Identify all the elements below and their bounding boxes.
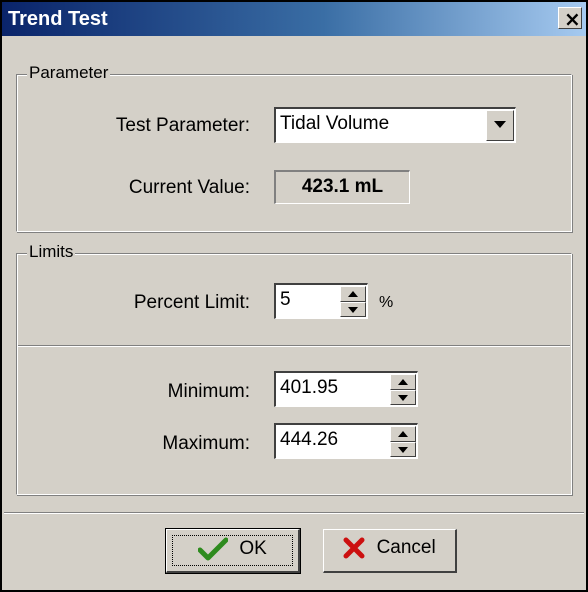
maximum-field[interactable]: 444.26 xyxy=(274,423,418,459)
parameter-group-legend: Parameter xyxy=(27,63,111,83)
x-mark-icon xyxy=(343,537,365,559)
trend-test-dialog: Trend Test × Parameter Test Parameter: T… xyxy=(0,0,588,592)
ok-label: OK xyxy=(239,538,267,559)
percent-limit-down-button[interactable] xyxy=(340,301,366,317)
dropdown-button[interactable] xyxy=(486,110,514,141)
parameter-group: Parameter xyxy=(16,63,572,232)
minimum-up-button[interactable] xyxy=(390,374,416,390)
cancel-label: Cancel xyxy=(376,537,436,558)
ok-button-content: OK xyxy=(167,537,298,561)
close-button[interactable]: × xyxy=(558,7,582,31)
checkmark-icon xyxy=(198,537,229,561)
percent-limit-field[interactable]: 5 xyxy=(274,283,368,319)
percent-limit-label: Percent Limit: xyxy=(133,292,250,313)
current-value-label: Current Value: xyxy=(128,177,250,198)
window-title: Trend Test xyxy=(8,8,108,30)
cancel-button[interactable]: Cancel xyxy=(323,529,457,573)
cancel-button-content: Cancel xyxy=(324,537,455,559)
chevron-down-icon xyxy=(494,121,506,128)
ok-button[interactable]: OK xyxy=(165,528,301,574)
maximum-down-button[interactable] xyxy=(390,441,416,457)
arrow-down-icon xyxy=(398,394,408,401)
limits-group-legend: Limits xyxy=(27,242,76,262)
maximum-up-button[interactable] xyxy=(390,426,416,442)
maximum-spinner xyxy=(390,426,416,457)
close-icon: × xyxy=(564,7,581,31)
footer-divider xyxy=(4,512,584,514)
minimum-label: Minimum: xyxy=(167,381,250,402)
maximum-value: 444.26 xyxy=(280,429,339,450)
arrow-up-icon xyxy=(348,291,358,297)
maximum-label: Maximum: xyxy=(162,433,250,454)
percent-limit-up-button[interactable] xyxy=(340,286,366,302)
title-bar[interactable]: Trend Test × xyxy=(2,2,586,36)
arrow-up-icon xyxy=(398,431,408,437)
minimum-field[interactable]: 401.95 xyxy=(274,371,418,407)
limits-divider xyxy=(18,345,570,347)
current-value: 423.1 mL xyxy=(301,176,384,197)
arrow-down-icon xyxy=(398,446,408,453)
percent-unit: % xyxy=(379,294,394,311)
test-parameter-value: Tidal Volume xyxy=(280,113,390,134)
percent-limit-value: 5 xyxy=(280,289,291,310)
percent-limit-spinner xyxy=(340,286,366,317)
test-parameter-select[interactable]: Tidal Volume xyxy=(274,107,516,143)
minimum-value: 401.95 xyxy=(280,377,339,398)
minimum-spinner xyxy=(390,374,416,405)
test-parameter-label: Test Parameter: xyxy=(115,115,250,136)
arrow-up-icon xyxy=(398,379,408,385)
minimum-down-button[interactable] xyxy=(390,389,416,405)
arrow-down-icon xyxy=(348,306,358,313)
current-value-display: 423.1 mL xyxy=(274,170,410,204)
